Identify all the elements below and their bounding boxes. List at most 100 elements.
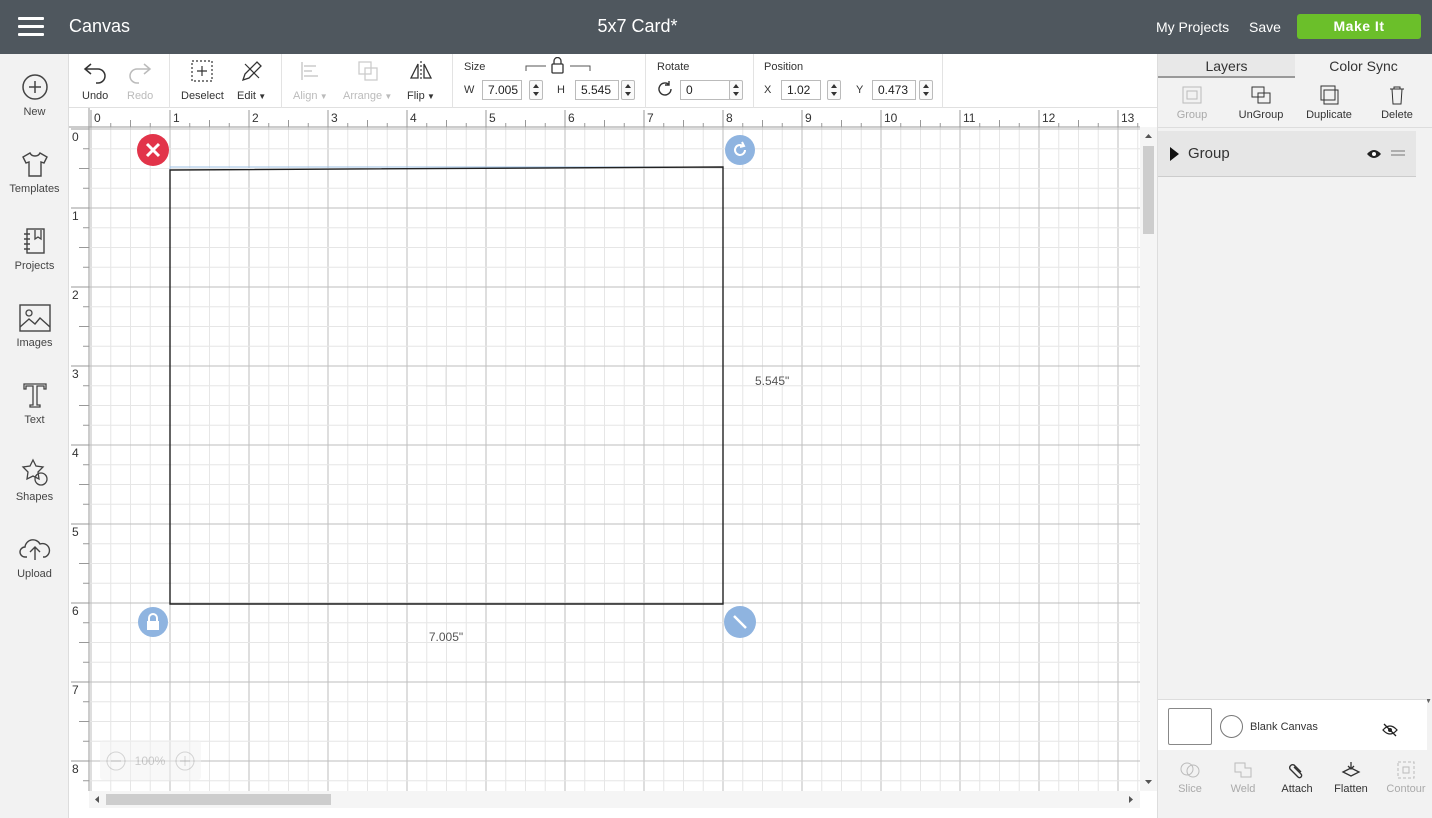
resize-handle[interactable] [724,606,756,638]
drag-handle-icon[interactable] [1391,149,1405,157]
rotate-input[interactable]: 0 [680,80,730,100]
toolbar-divider [942,54,943,108]
undo-button[interactable]: Undo [82,58,108,102]
delete-button[interactable]: Delete [1377,84,1417,121]
horizontal-scrollbar[interactable] [89,791,1140,808]
edit-icon [241,61,262,82]
toolbar-divider [169,54,170,108]
sidebar-item-templates[interactable]: Templates [0,149,69,219]
y-stepper[interactable] [919,80,933,100]
group-label: Group [1176,109,1208,121]
arrange-label: Arrange [343,90,383,102]
ruler-label-left: 0 [72,130,79,144]
ungroup-button[interactable]: UnGroup [1236,84,1286,121]
flip-icon [409,61,432,81]
toolbar-divider [645,54,646,108]
width-input[interactable]: 7.005 [482,80,522,100]
redo-icon [129,63,152,84]
flatten-icon [1341,762,1361,777]
expand-triangle-icon[interactable] [1170,147,1179,161]
layer-name: Group [1188,145,1230,162]
ungroup-label: UnGroup [1238,109,1284,121]
deselect-button[interactable]: Deselect [181,58,224,102]
group-button[interactable]: Group [1172,84,1212,121]
rotate-handle[interactable] [725,135,755,165]
sidebar-item-text[interactable]: Text [0,380,69,450]
attach-button[interactable]: Attach [1277,760,1317,795]
ruler-label-top: 0 [94,111,101,125]
y-input[interactable]: 0.473 [872,80,916,100]
attach-label: Attach [1281,783,1313,795]
ruler-label-top: 3 [331,111,338,125]
sidebar-item-new[interactable]: New [0,72,69,142]
ruler-label-top: 4 [410,111,417,125]
ruler-label-left: 2 [72,288,79,302]
plus-circle-icon [21,74,48,100]
rotate-stepper[interactable] [729,80,743,100]
duplicate-button[interactable]: Duplicate [1303,84,1355,121]
toolbar-divider [281,54,282,108]
height-input[interactable]: 5.545 [575,80,619,100]
sidebar-item-shapes[interactable]: Shapes [0,457,69,527]
undo-label: Undo [82,90,109,102]
lock-ratio-icon[interactable] [524,57,592,75]
duplicate-icon [1320,85,1339,105]
x-input[interactable]: 1.02 [781,80,821,100]
canvas-color-swatch[interactable] [1168,708,1212,745]
position-label: Position [764,61,804,73]
edit-toolbar: Undo Redo Deselect Edit ▼ Align ▼ Arrang… [69,54,1157,108]
width-stepper[interactable] [529,80,543,100]
design-canvas[interactable]: 0 1 2 3 4 5 6 7 8 9 10 11 12 13 0 1 2 3 4 5 6 7 8 7.005" 5.545… [69,108,1157,818]
my-projects-link[interactable]: My Projects [1156,19,1229,35]
ruler-label-top: 6 [568,111,575,125]
tab-color-sync[interactable]: Color Sync [1295,54,1432,78]
ruler-label-top: 10 [884,111,898,125]
sidebar-item-images[interactable]: Images [0,303,69,373]
text-t-icon [22,383,47,408]
blank-canvas-label: Blank Canvas [1250,721,1318,733]
redo-button[interactable]: Redo [127,58,153,102]
layers-scrollbar[interactable]: ▼ [1423,134,1432,705]
flip-dropdown[interactable]: Flip ▼ [407,58,435,102]
width-dimension-label: 7.005" [429,630,463,644]
contour-button[interactable]: Contour [1384,760,1428,795]
weld-button[interactable]: Weld [1223,760,1263,795]
deselect-icon [191,60,213,82]
ruler-label-top: 13 [1121,111,1135,125]
sidebar-item-upload[interactable]: Upload [0,534,69,604]
tab-layers[interactable]: Layers [1158,54,1295,78]
x-stepper[interactable] [827,80,841,100]
lock-handle[interactable] [138,607,168,637]
canvas-color-row: Blank Canvas [1158,699,1427,750]
arrange-dropdown[interactable]: Arrange ▼ [343,58,392,102]
cloud-upload-icon [18,539,50,560]
sidebar-label-projects: Projects [14,260,55,272]
ruler-label-top: 11 [963,111,976,125]
save-button[interactable]: Save [1249,19,1281,35]
ruler-label-left: 6 [72,604,79,618]
ruler-label-left: 1 [72,209,79,223]
sidebar-item-projects[interactable]: Projects [0,226,69,296]
toolbar-divider [753,54,754,108]
height-stepper[interactable] [621,80,635,100]
ruler-label-left: 5 [72,525,79,539]
deselect-label: Deselect [181,90,224,102]
layer-row[interactable]: Group [1158,131,1416,177]
slice-button[interactable]: Slice [1170,760,1210,795]
edit-dropdown[interactable]: Edit ▼ [237,58,266,102]
vertical-scrollbar[interactable] [1140,127,1157,791]
paperclip-icon [1289,764,1303,779]
layer-actions: Group UnGroup Duplicate Delete [1158,78,1432,128]
make-it-button[interactable]: Make It [1297,14,1421,39]
eye-icon[interactable] [1366,148,1382,160]
align-dropdown[interactable]: Align ▼ [293,58,328,102]
align-icon [301,62,319,80]
canvas-color-circle[interactable] [1220,715,1243,738]
flatten-button[interactable]: Flatten [1330,760,1372,795]
contour-icon [1397,761,1415,779]
ruler-label-top: 1 [173,111,180,125]
delete-handle[interactable] [137,134,169,166]
eye-hidden-icon[interactable] [1382,723,1398,737]
layers-panel: Layers Color Sync Group UnGroup Duplicat… [1157,54,1432,818]
canvas-grid[interactable]: 0 1 2 3 4 5 6 7 8 9 10 11 12 13012345678 7.005" 5.545… [69,108,1157,818]
